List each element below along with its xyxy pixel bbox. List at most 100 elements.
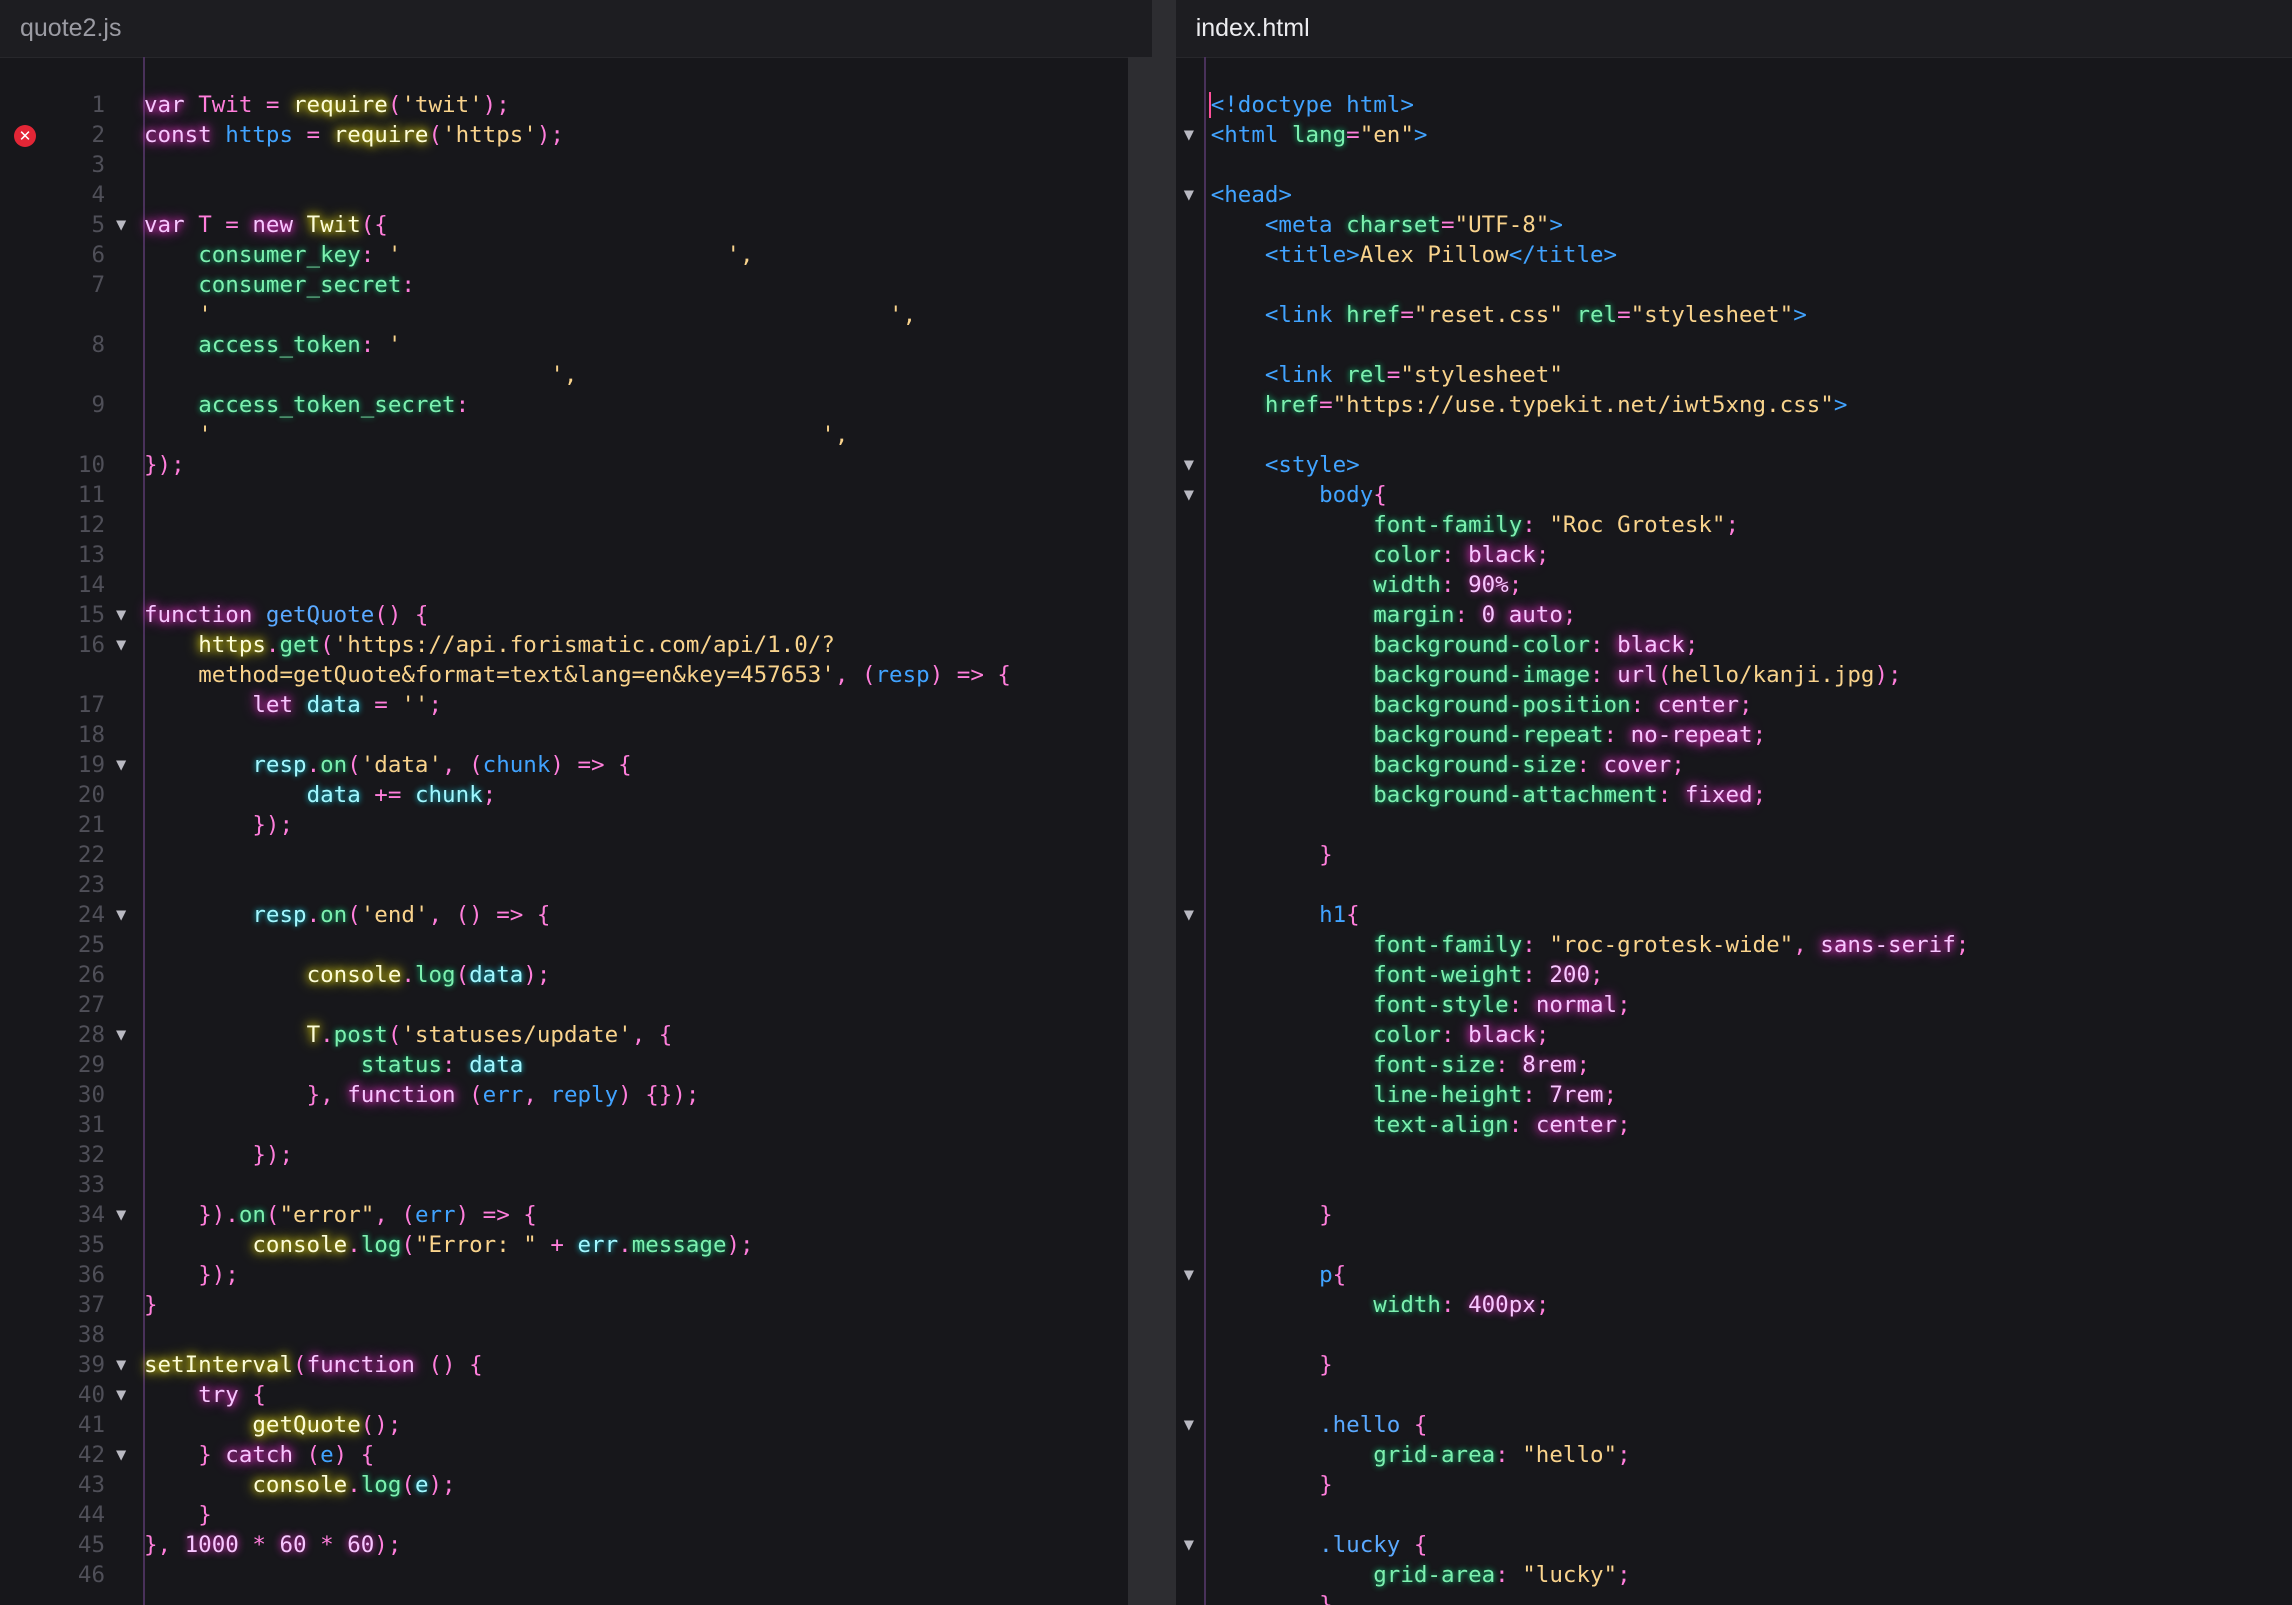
code-token: font-family — [1373, 932, 1523, 958]
line-number: 19 — [77, 752, 105, 778]
code-token: <meta — [1264, 212, 1333, 238]
code-token: ( — [347, 752, 361, 778]
code-token: function — [347, 1082, 456, 1108]
line-number: 26 — [77, 962, 105, 988]
code-token: setInterval — [144, 1352, 294, 1378]
fold-arrow-icon[interactable]: ▼ — [116, 750, 126, 780]
code-token: ); — [726, 1232, 754, 1258]
fold-arrow-icon[interactable]: ▼ — [1184, 120, 1194, 150]
line-number: 40 — [77, 1382, 105, 1408]
fold-arrow-icon[interactable]: ▼ — [1184, 180, 1194, 210]
code-token: margin — [1373, 602, 1455, 628]
code-token: { — [238, 1382, 266, 1408]
code-text: background-attachment: fixed; — [1211, 780, 1766, 810]
code-text: }, function (err, reply) {}); — [144, 1080, 700, 1110]
editor-pane-right[interactable]: index.html 1<!doctype html>2▼<html lang=… — [1175, 0, 2292, 1605]
code-token: color — [1373, 542, 1441, 568]
code-token: "en" — [1359, 122, 1414, 148]
code-token: font-weight — [1373, 962, 1523, 988]
code-token: rel — [1346, 362, 1387, 388]
code-token: 0 — [1481, 602, 1496, 628]
code-token: ( — [293, 1442, 321, 1468]
fold-arrow-icon[interactable]: ▼ — [1184, 1260, 1194, 1290]
code-text: setInterval(function () { — [144, 1350, 483, 1380]
code-token: <!doctype html> — [1210, 92, 1414, 118]
code-token: grid-area — [1373, 1442, 1496, 1468]
code-token: : — [1454, 602, 1482, 628]
code-text: font-family: "Roc Grotesk"; — [1211, 510, 1739, 540]
fold-arrow-icon[interactable]: ▼ — [116, 600, 126, 630]
code-token: : — [1495, 1442, 1523, 1468]
fold-arrow-icon[interactable]: ▼ — [1184, 1410, 1194, 1440]
fold-arrow-icon[interactable]: ▼ — [116, 1200, 126, 1230]
code-token: ; — [1617, 1112, 1631, 1138]
code-token: data — [306, 692, 361, 718]
gutter-divider — [1203, 57, 1206, 1605]
code-token: url — [1617, 662, 1658, 688]
fold-arrow-icon[interactable]: ▼ — [116, 1380, 126, 1410]
line-number: 8 — [91, 332, 105, 358]
code-token: ( — [265, 1202, 280, 1228]
code-text: } — [1211, 1350, 1333, 1380]
code-token: background-image — [1373, 662, 1590, 688]
code-text: text-align: center; — [1211, 1110, 1631, 1140]
fold-arrow-icon[interactable]: ▼ — [116, 1020, 126, 1050]
code-token: ; — [1508, 572, 1523, 598]
fold-arrow-icon[interactable]: ▼ — [1184, 480, 1194, 510]
code-token: } — [1319, 1202, 1333, 1228]
code-token: "reset.css" — [1413, 302, 1563, 328]
editor-pane-left[interactable]: quote2.js 1 var Twit = require('twit'); ✕ 2… — [0, 0, 1152, 1605]
tab-index-html[interactable]: index.html — [1176, 14, 1310, 43]
code-token: "error" — [279, 1202, 375, 1228]
code-token: reply — [550, 1082, 619, 1108]
code-token: href — [1346, 302, 1401, 328]
code-token: = — [1346, 122, 1360, 148]
fold-arrow-icon[interactable]: ▼ — [1184, 450, 1194, 480]
code-token: } — [144, 1292, 158, 1318]
fold-arrow-icon[interactable]: ▼ — [1184, 900, 1194, 930]
code-token: 60 — [279, 1532, 307, 1558]
code-token: : — [1440, 572, 1469, 598]
code-token: : — [1495, 1562, 1523, 1588]
code-token: post — [333, 1022, 388, 1048]
line-number: 31 — [77, 1112, 105, 1138]
fold-arrow-icon[interactable]: ▼ — [116, 210, 126, 240]
code-text: <link href="reset.css" rel="stylesheet"> — [1211, 300, 1807, 330]
fold-arrow-icon[interactable]: ▼ — [116, 1350, 126, 1380]
code-token: ; — [1725, 512, 1740, 538]
tab-quote2-js[interactable]: quote2.js — [0, 14, 121, 43]
code-token: += — [360, 782, 415, 808]
code-token: 'twit' — [401, 92, 483, 118]
code-token: consumer_secret — [198, 272, 402, 298]
code-token: ; — [1752, 722, 1767, 748]
code-token: = — [293, 122, 334, 148]
fold-arrow-icon[interactable]: ▼ — [116, 900, 126, 930]
code-token: 'statuses/update' — [401, 1022, 632, 1048]
vertical-scrollbar[interactable] — [1127, 57, 1152, 1605]
code-text: color: black; — [1211, 1020, 1549, 1050]
fold-arrow-icon[interactable]: ▼ — [116, 630, 126, 660]
code-token: ); — [482, 92, 510, 118]
fold-arrow-icon[interactable]: ▼ — [1184, 1530, 1194, 1560]
pane-divider[interactable] — [1151, 0, 1176, 1605]
code-text: access_token: ' — [144, 330, 401, 360]
code-text: T.post('statuses/update', { — [144, 1020, 673, 1050]
code-text: data += chunk; — [144, 780, 497, 810]
code-token: . — [306, 902, 321, 928]
line-number: 18 — [77, 722, 105, 748]
code-token: 'end' — [360, 902, 429, 928]
code-text: background-position: center; — [1211, 690, 1752, 720]
fold-arrow-icon[interactable]: ▼ — [116, 1440, 126, 1470]
code-token: </title> — [1508, 242, 1618, 268]
